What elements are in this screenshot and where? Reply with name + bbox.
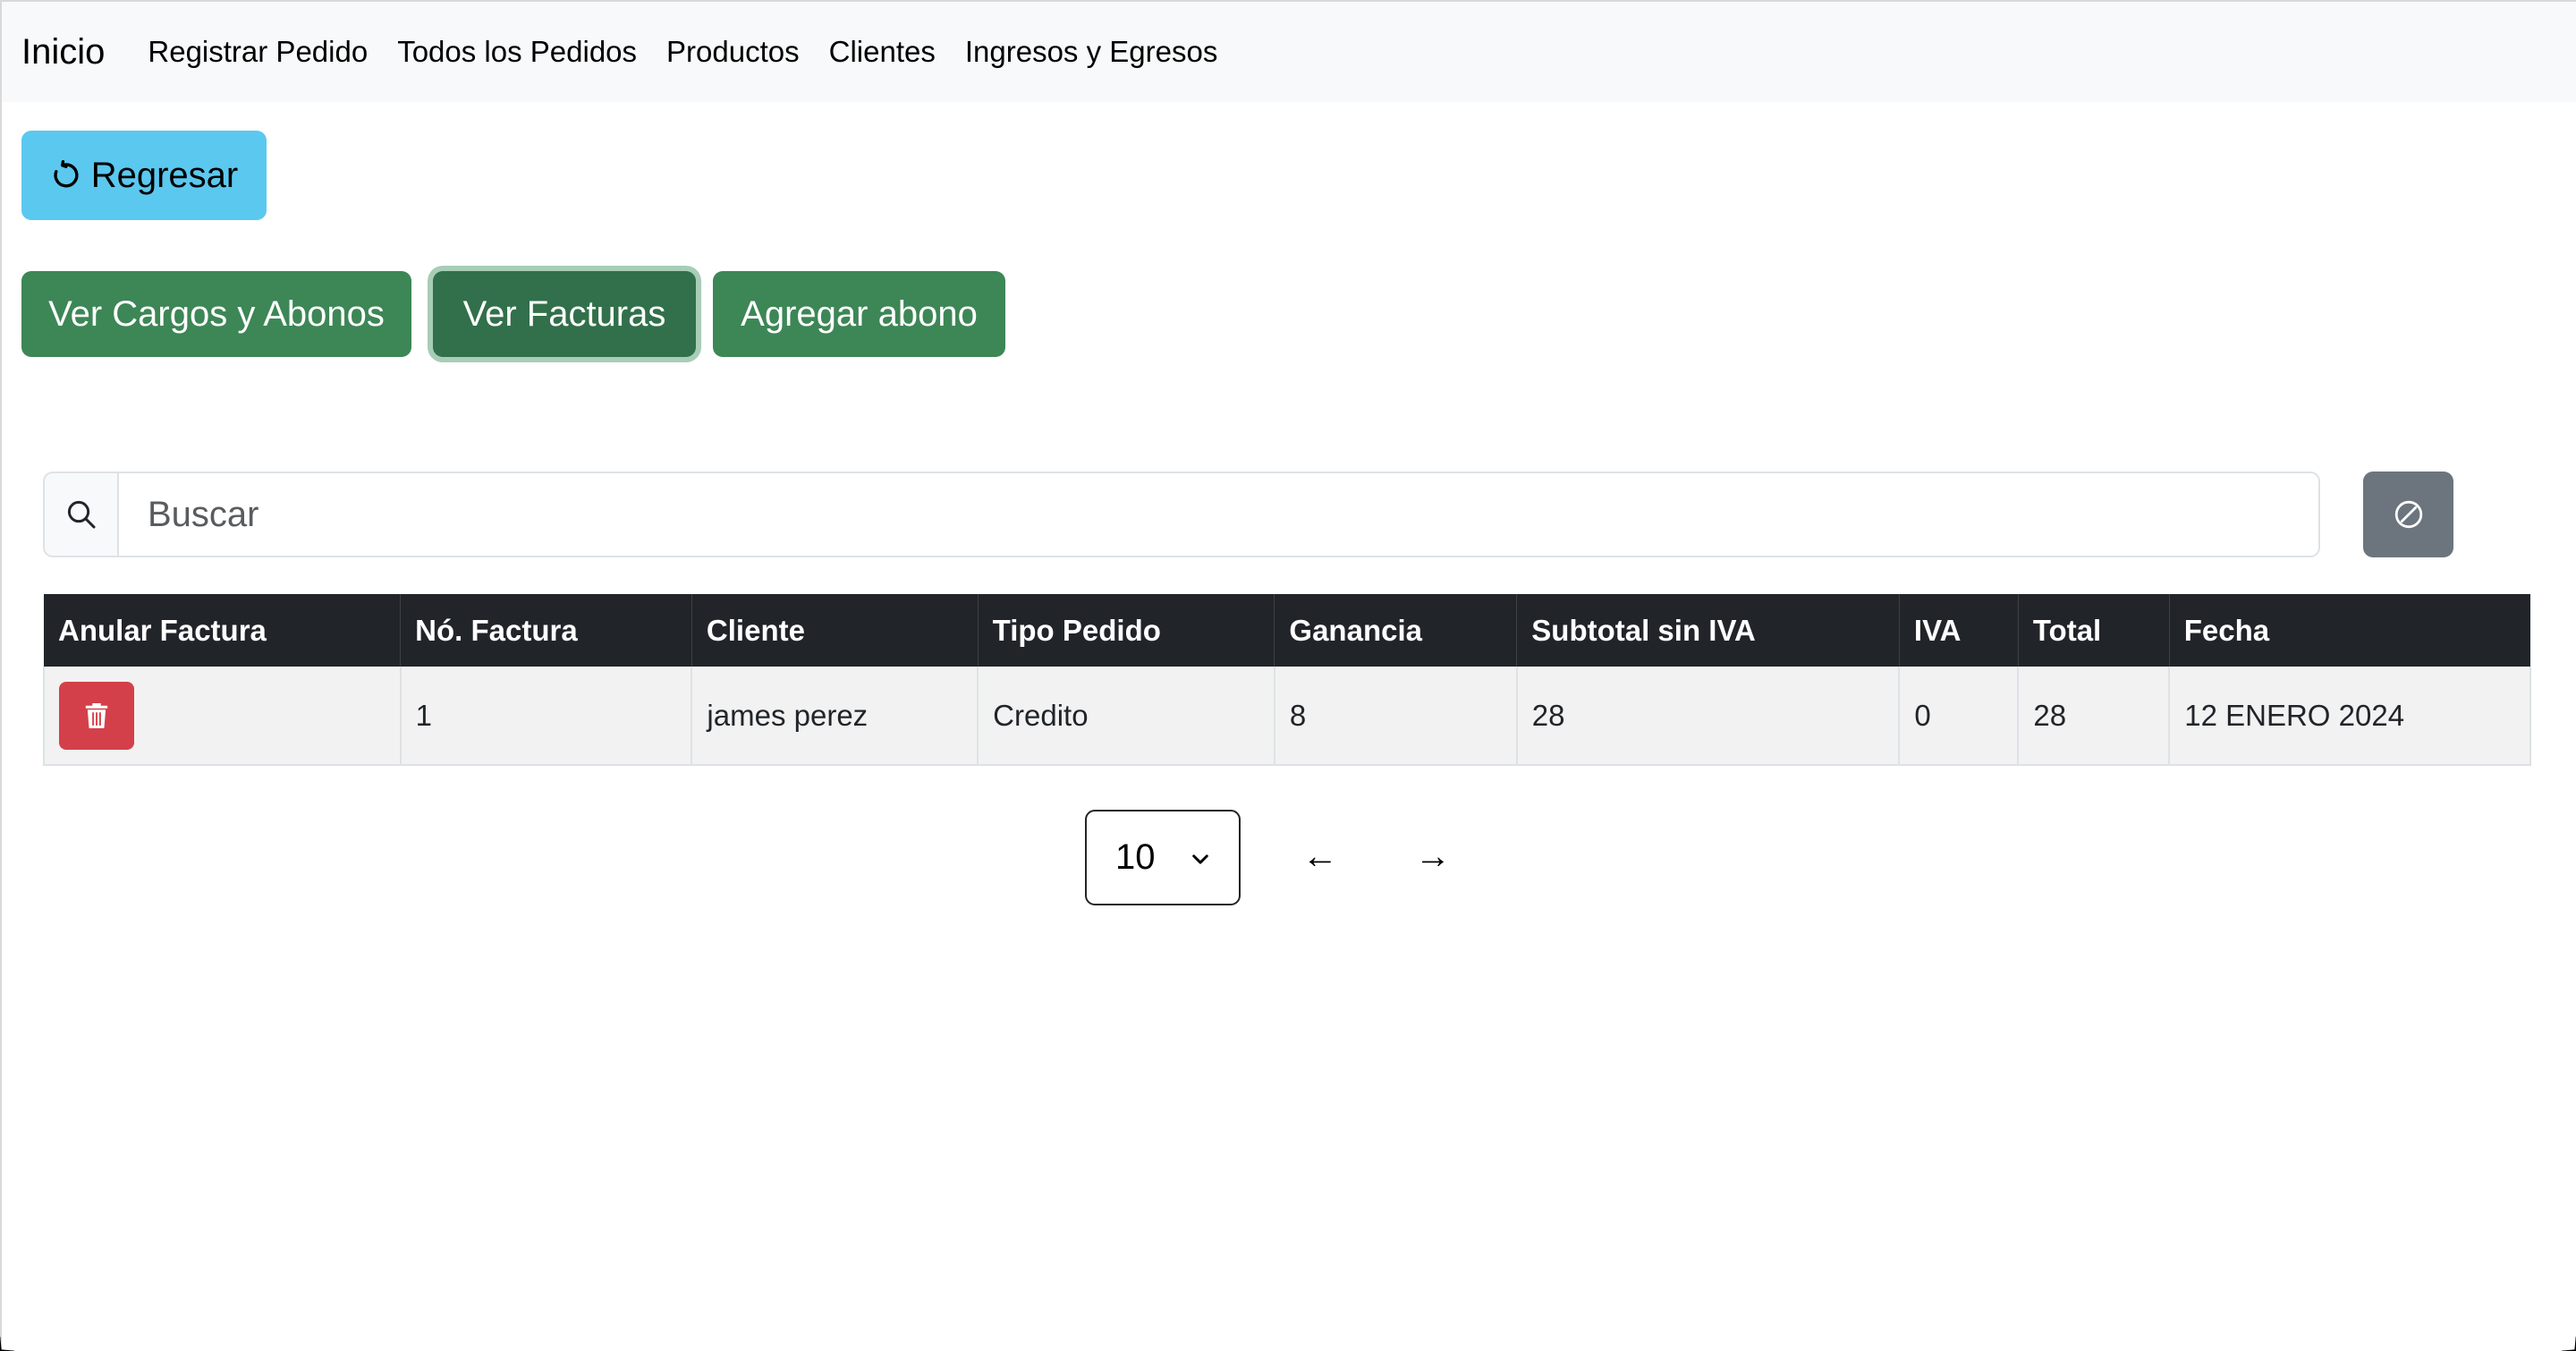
table-row: 1 james perez Credito 8 28 0 28 12 ENERO… xyxy=(43,667,2531,766)
column-header: Tipo Pedido xyxy=(977,594,1275,667)
back-button-label: Regresar xyxy=(90,155,239,195)
navbar: Inicio Registrar Pedido Todos los Pedido… xyxy=(2,2,2576,102)
clear-search-button[interactable] xyxy=(2363,472,2453,557)
next-page-button[interactable]: → xyxy=(1415,837,1451,877)
window-corner-bottom-right xyxy=(2562,1337,2576,1351)
column-header: Cliente xyxy=(691,594,979,667)
window-corner-bottom-left xyxy=(0,1337,14,1351)
slash-circle-icon xyxy=(2394,500,2422,529)
search-group xyxy=(43,472,2320,557)
ver-facturas-button[interactable]: Ver Facturas xyxy=(433,271,696,357)
table-cell-cliente: james perez xyxy=(691,667,979,766)
column-header: Total xyxy=(2017,594,2170,667)
column-header: Fecha xyxy=(2168,594,2530,667)
facturas-table: Anular Factura Nó. Factura Cliente Tipo … xyxy=(43,594,2531,766)
column-header: Ganancia xyxy=(1274,594,1517,667)
nav-item-registrar-pedido[interactable]: Registrar Pedido xyxy=(148,35,368,69)
table-header: Anular Factura Nó. Factura Cliente Tipo … xyxy=(44,594,2530,667)
previous-page-button[interactable]: ← xyxy=(1302,837,1338,877)
arrow-counterclockwise-icon xyxy=(54,160,79,188)
column-header: IVA xyxy=(1898,594,2019,667)
table-cell-fecha: 12 ENERO 2024 xyxy=(2168,667,2531,766)
nav-item-todos-los-pedidos[interactable]: Todos los Pedidos xyxy=(397,35,637,69)
column-header: Anular Factura xyxy=(44,594,401,667)
nav-item-clientes[interactable]: Clientes xyxy=(829,35,936,69)
table-cell-total: 28 xyxy=(2017,667,2171,766)
page-size-value: 10 xyxy=(1115,837,1156,877)
trash-icon xyxy=(85,702,108,728)
navbar-brand[interactable]: Inicio xyxy=(21,32,105,72)
column-header: Nó. Factura xyxy=(400,594,692,667)
chevron-down-icon xyxy=(1192,854,1208,864)
window-frame-left xyxy=(0,0,2,1351)
back-button[interactable]: Regresar xyxy=(21,131,267,220)
agregar-abono-button[interactable]: Agregar abono xyxy=(713,271,1005,357)
table-cell-anular xyxy=(43,667,402,766)
ver-cargos-abonos-button[interactable]: Ver Cargos y Abonos xyxy=(21,271,411,357)
table-cell-numero: 1 xyxy=(399,667,693,766)
search-icon xyxy=(67,500,96,529)
anular-factura-button[interactable] xyxy=(59,681,134,750)
search-input[interactable] xyxy=(117,472,2320,557)
nav-item-productos[interactable]: Productos xyxy=(666,35,800,69)
table-cell-subtotal: 28 xyxy=(1515,667,1901,766)
table-cell-ganancia: 8 xyxy=(1273,667,1518,766)
table-cell-iva: 0 xyxy=(1898,667,2020,766)
page-size-select[interactable]: 10 xyxy=(1085,810,1241,905)
nav-item-ingresos-egresos[interactable]: Ingresos y Egresos xyxy=(965,35,1217,69)
search-addon xyxy=(43,472,117,557)
table-cell-tipo-pedido: Credito xyxy=(977,667,1275,766)
column-header: Subtotal sin IVA xyxy=(1516,594,1900,667)
